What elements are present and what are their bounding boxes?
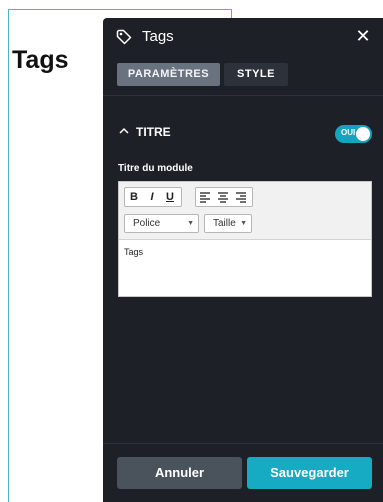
underline-button[interactable]: U: [161, 188, 179, 206]
editor-content[interactable]: Tags: [124, 247, 143, 257]
font-select[interactable]: Police ▼: [124, 214, 199, 233]
align-group: [195, 187, 253, 207]
panel-tabs: PARAMÈTRES STYLE: [117, 63, 288, 86]
align-center-icon[interactable]: [214, 188, 232, 206]
toggle-label: OUI: [341, 128, 356, 137]
settings-panel: Tags ✕ PARAMÈTRES STYLE TITRE OUI Titre …: [103, 18, 383, 502]
size-select[interactable]: Taille ▼: [204, 214, 252, 233]
editor-toolbar: B I U Police ▼ Taille ▼: [119, 182, 371, 240]
font-select-value: Police: [133, 218, 161, 229]
title-visibility-toggle[interactable]: OUI: [335, 125, 372, 143]
section-title[interactable]: TITRE: [136, 125, 171, 139]
field-label: Titre du module: [118, 163, 193, 174]
tag-icon: [116, 29, 132, 45]
rich-text-editor: B I U Police ▼ Taille ▼ Tags: [118, 181, 372, 297]
footer-divider: [103, 443, 383, 444]
page-module-title: Tags: [12, 46, 69, 74]
save-button[interactable]: Sauvegarder: [247, 457, 372, 489]
dropdown-arrow-icon: ▼: [240, 220, 247, 227]
panel-header: Tags ✕: [103, 18, 383, 55]
align-right-icon[interactable]: [232, 188, 250, 206]
toggle-knob: [356, 127, 370, 141]
size-select-value: Taille: [213, 218, 236, 229]
format-group: B I U: [124, 187, 182, 207]
cancel-button[interactable]: Annuler: [117, 457, 242, 489]
tabs-divider: [103, 95, 383, 96]
bold-button[interactable]: B: [125, 188, 143, 206]
chevron-up-icon[interactable]: [118, 126, 130, 136]
dropdown-arrow-icon: ▼: [187, 220, 194, 227]
align-left-icon[interactable]: [196, 188, 214, 206]
panel-title: Tags: [142, 28, 174, 45]
italic-button[interactable]: I: [143, 188, 161, 206]
tab-parametres[interactable]: PARAMÈTRES: [117, 63, 220, 86]
tab-style[interactable]: STYLE: [224, 63, 288, 86]
close-button[interactable]: ✕: [353, 25, 373, 47]
